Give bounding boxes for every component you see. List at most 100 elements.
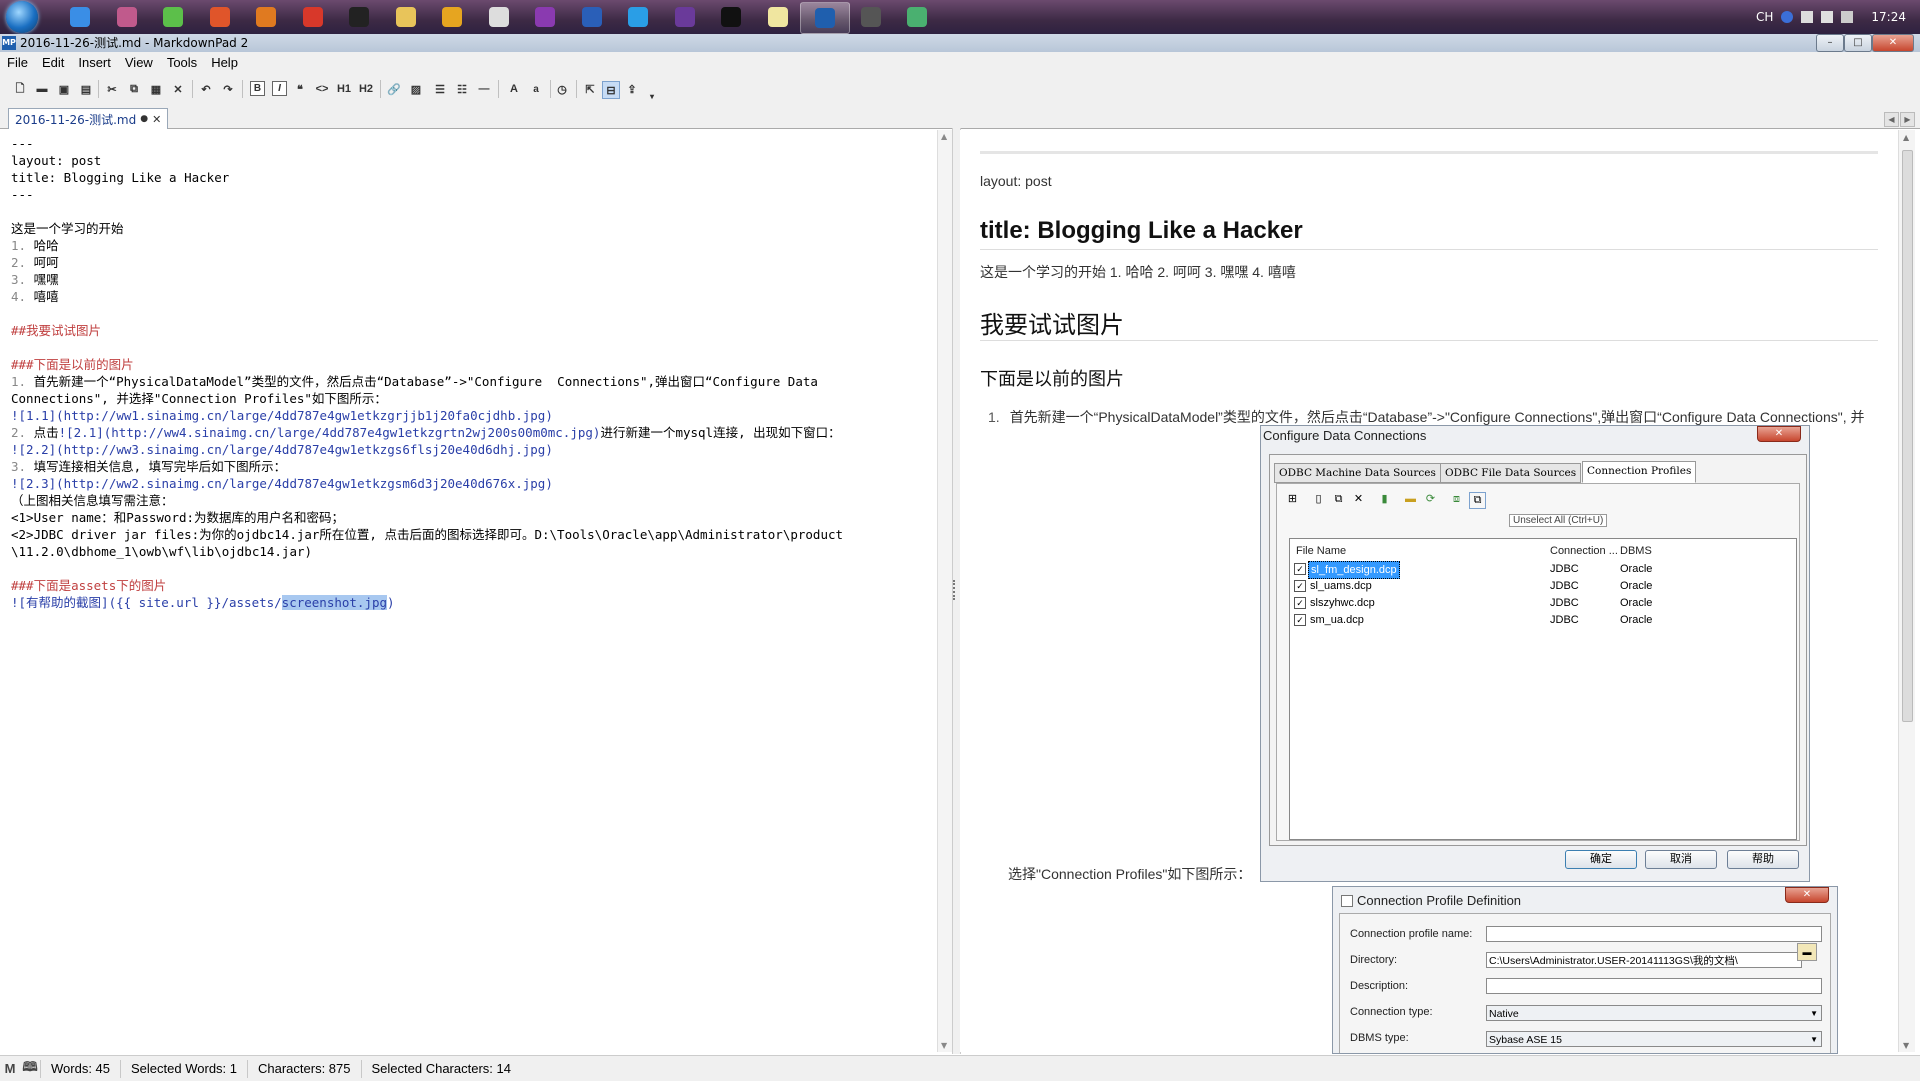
maximize-button[interactable]: □ xyxy=(1844,34,1872,52)
menu-help[interactable]: Help xyxy=(204,55,245,70)
menu-file[interactable]: File xyxy=(0,55,35,70)
book-icon[interactable]: 🕮 xyxy=(20,1058,40,1080)
markdown-editor[interactable]: --- layout: post title: Blogging Like a Ha… xyxy=(5,130,938,1052)
preview-scrollbar[interactable]: ▲ ▼ xyxy=(1898,130,1915,1052)
tab-close-icon[interactable]: ✕ xyxy=(152,113,161,126)
editor-line[interactable]: 1. 哈哈 xyxy=(11,237,843,254)
code-icon[interactable]: <> xyxy=(314,81,330,97)
editor-line[interactable]: ![1.1](http://ww1.sinaimg.cn/large/4dd78… xyxy=(11,407,843,424)
editor-line[interactable]: \11.2.0\dbhome_1\owb\wf\lib\ojdbc14.jar) xyxy=(11,543,843,560)
splitter-grip-icon[interactable] xyxy=(953,580,960,600)
bold-button[interactable]: B xyxy=(250,81,265,96)
taskbar-app-button[interactable] xyxy=(893,2,941,32)
editor-line[interactable]: <2>JDBC driver jar files:为你的ojdbc14.jar所… xyxy=(11,526,843,543)
editor-line[interactable]: 3. 填写连接相关信息, 填写完毕后如下图所示： xyxy=(11,458,843,475)
editor-line[interactable]: ###下面是assets下的图片 xyxy=(11,577,843,594)
editor-line[interactable]: --- xyxy=(11,135,843,152)
taskbar-app-button[interactable] xyxy=(661,2,709,32)
editor-line[interactable]: 4. 嘻嘻 xyxy=(11,288,843,305)
taskbar-app-button[interactable] xyxy=(568,2,616,32)
save-icon[interactable]: ▣ xyxy=(56,81,72,97)
quote-icon[interactable]: ❝ xyxy=(292,81,308,97)
close-window-button[interactable]: ✕ xyxy=(1872,34,1914,52)
live-preview-icon[interactable]: ⊟ xyxy=(602,81,620,99)
help-icon[interactable] xyxy=(1781,11,1794,23)
editor-line[interactable] xyxy=(11,203,843,220)
export-icon[interactable]: ⇪ xyxy=(624,81,640,97)
scroll-down-icon[interactable]: ▼ xyxy=(1903,1041,1909,1050)
taskbar-app-button[interactable] xyxy=(754,2,802,32)
editor-line[interactable]: 2. 点击![2.1](http://ww4.sinaimg.cn/large/… xyxy=(11,424,843,441)
editor-line[interactable]: Connections", 并选择"Connection Profiles"如下… xyxy=(11,390,843,407)
clock[interactable]: 17:24 xyxy=(1871,10,1906,24)
new-file-icon[interactable]: 🗋 xyxy=(12,81,28,97)
menu-tools[interactable]: Tools xyxy=(160,55,204,70)
editor-line[interactable]: ![有帮助的截图]({{ site.url }}/assets/screensh… xyxy=(11,594,843,611)
editor-line[interactable] xyxy=(11,339,843,356)
menu-insert[interactable]: Insert xyxy=(71,55,118,70)
taskbar-app-button[interactable] xyxy=(103,2,151,32)
minimize-button[interactable]: – xyxy=(1816,34,1844,52)
timestamp-icon[interactable]: ◷ xyxy=(554,81,570,97)
scroll-down-icon[interactable]: ▼ xyxy=(941,1041,947,1050)
editor-line[interactable]: ![2.2](http://ww3.sinaimg.cn/large/4dd78… xyxy=(11,441,843,458)
undo-icon[interactable]: ↶ xyxy=(198,81,214,97)
save-all-icon[interactable]: ▤ xyxy=(78,81,94,97)
font-larger-button[interactable]: A xyxy=(506,81,522,97)
editor-line[interactable]: 2. 呵呵 xyxy=(11,254,843,271)
taskbar-app-button[interactable] xyxy=(521,2,569,32)
editor-line[interactable] xyxy=(11,305,843,322)
markdown-mode-icon[interactable]: M xyxy=(0,1061,20,1076)
editor-text[interactable]: --- layout: post title: Blogging Like a Ha… xyxy=(11,135,843,611)
taskbar-app-button[interactable] xyxy=(382,2,430,32)
editor-line[interactable]: layout: post xyxy=(11,152,843,169)
taskbar-app-button[interactable] xyxy=(475,2,523,32)
document-tab[interactable]: 2016-11-26-测试.md ● ✕ xyxy=(8,108,169,129)
taskbar-app-button[interactable] xyxy=(335,2,383,32)
taskbar-app-button[interactable] xyxy=(428,2,476,32)
editor-line[interactable]: ###下面是以前的图片 xyxy=(11,356,843,373)
taskbar-app-button[interactable] xyxy=(800,2,850,34)
heading2-button[interactable]: H2 xyxy=(358,81,374,97)
taskbar-app-button[interactable] xyxy=(56,2,104,32)
volume-icon[interactable] xyxy=(1841,11,1854,23)
taskbar-app-button[interactable] xyxy=(614,2,662,32)
link-icon[interactable]: 🔗 xyxy=(386,81,402,97)
editor-line[interactable]: 1. 首先新建一个“PhysicalDataModel”类型的文件，然后点击“D… xyxy=(11,373,843,390)
editor-scrollbar[interactable]: ▲ ▼ xyxy=(937,130,953,1052)
taskbar-app-button[interactable] xyxy=(847,2,895,32)
language-indicator[interactable]: CH xyxy=(1756,10,1773,24)
font-smaller-button[interactable]: a xyxy=(528,81,544,97)
tab-scroll-left-icon[interactable]: ◀ xyxy=(1884,112,1899,127)
browser-preview-icon[interactable]: ⇱ xyxy=(582,81,598,97)
editor-line[interactable]: （上图相关信息填写需注意： xyxy=(11,492,843,509)
taskbar-app-button[interactable] xyxy=(289,2,337,32)
scroll-up-icon[interactable]: ▲ xyxy=(1903,133,1909,142)
scroll-thumb[interactable] xyxy=(1902,150,1913,722)
editor-line[interactable]: 3. 嘿嘿 xyxy=(11,271,843,288)
horizontal-rule-icon[interactable]: — xyxy=(476,81,492,97)
toolbar-overflow-icon[interactable]: ▾ xyxy=(644,88,660,104)
redo-icon[interactable]: ↷ xyxy=(220,81,236,97)
bullet-list-icon[interactable]: ☰ xyxy=(432,81,448,97)
network-icon[interactable] xyxy=(1801,11,1814,23)
start-button[interactable] xyxy=(6,1,38,33)
editor-line[interactable]: 这是一个学习的开始 xyxy=(11,220,843,237)
taskbar-app-button[interactable] xyxy=(242,2,290,32)
numbered-list-icon[interactable]: ☷ xyxy=(454,81,470,97)
cut-icon[interactable]: ✂ xyxy=(104,81,120,97)
editor-line[interactable]: <1>User name：和Password:为数据库的用户名和密码； xyxy=(11,509,843,526)
editor-line[interactable]: --- xyxy=(11,186,843,203)
editor-line[interactable]: title: Blogging Like a Hacker xyxy=(11,169,843,186)
copy-icon[interactable]: ⧉ xyxy=(126,81,142,97)
tab-scroll-right-icon[interactable]: ▶ xyxy=(1900,112,1915,127)
taskbar-app-button[interactable] xyxy=(707,2,755,32)
menu-edit[interactable]: Edit xyxy=(35,55,71,70)
delete-icon[interactable]: ✕ xyxy=(170,81,186,97)
markdownpad-app-icon[interactable]: MP xyxy=(2,36,16,50)
taskbar-app-button[interactable] xyxy=(149,2,197,32)
scroll-up-icon[interactable]: ▲ xyxy=(941,132,947,141)
editor-line[interactable]: ![2.3](http://ww2.sinaimg.cn/large/4dd78… xyxy=(11,475,843,492)
italic-button[interactable]: I xyxy=(272,81,287,96)
open-folder-icon[interactable]: ▬ xyxy=(34,81,50,97)
